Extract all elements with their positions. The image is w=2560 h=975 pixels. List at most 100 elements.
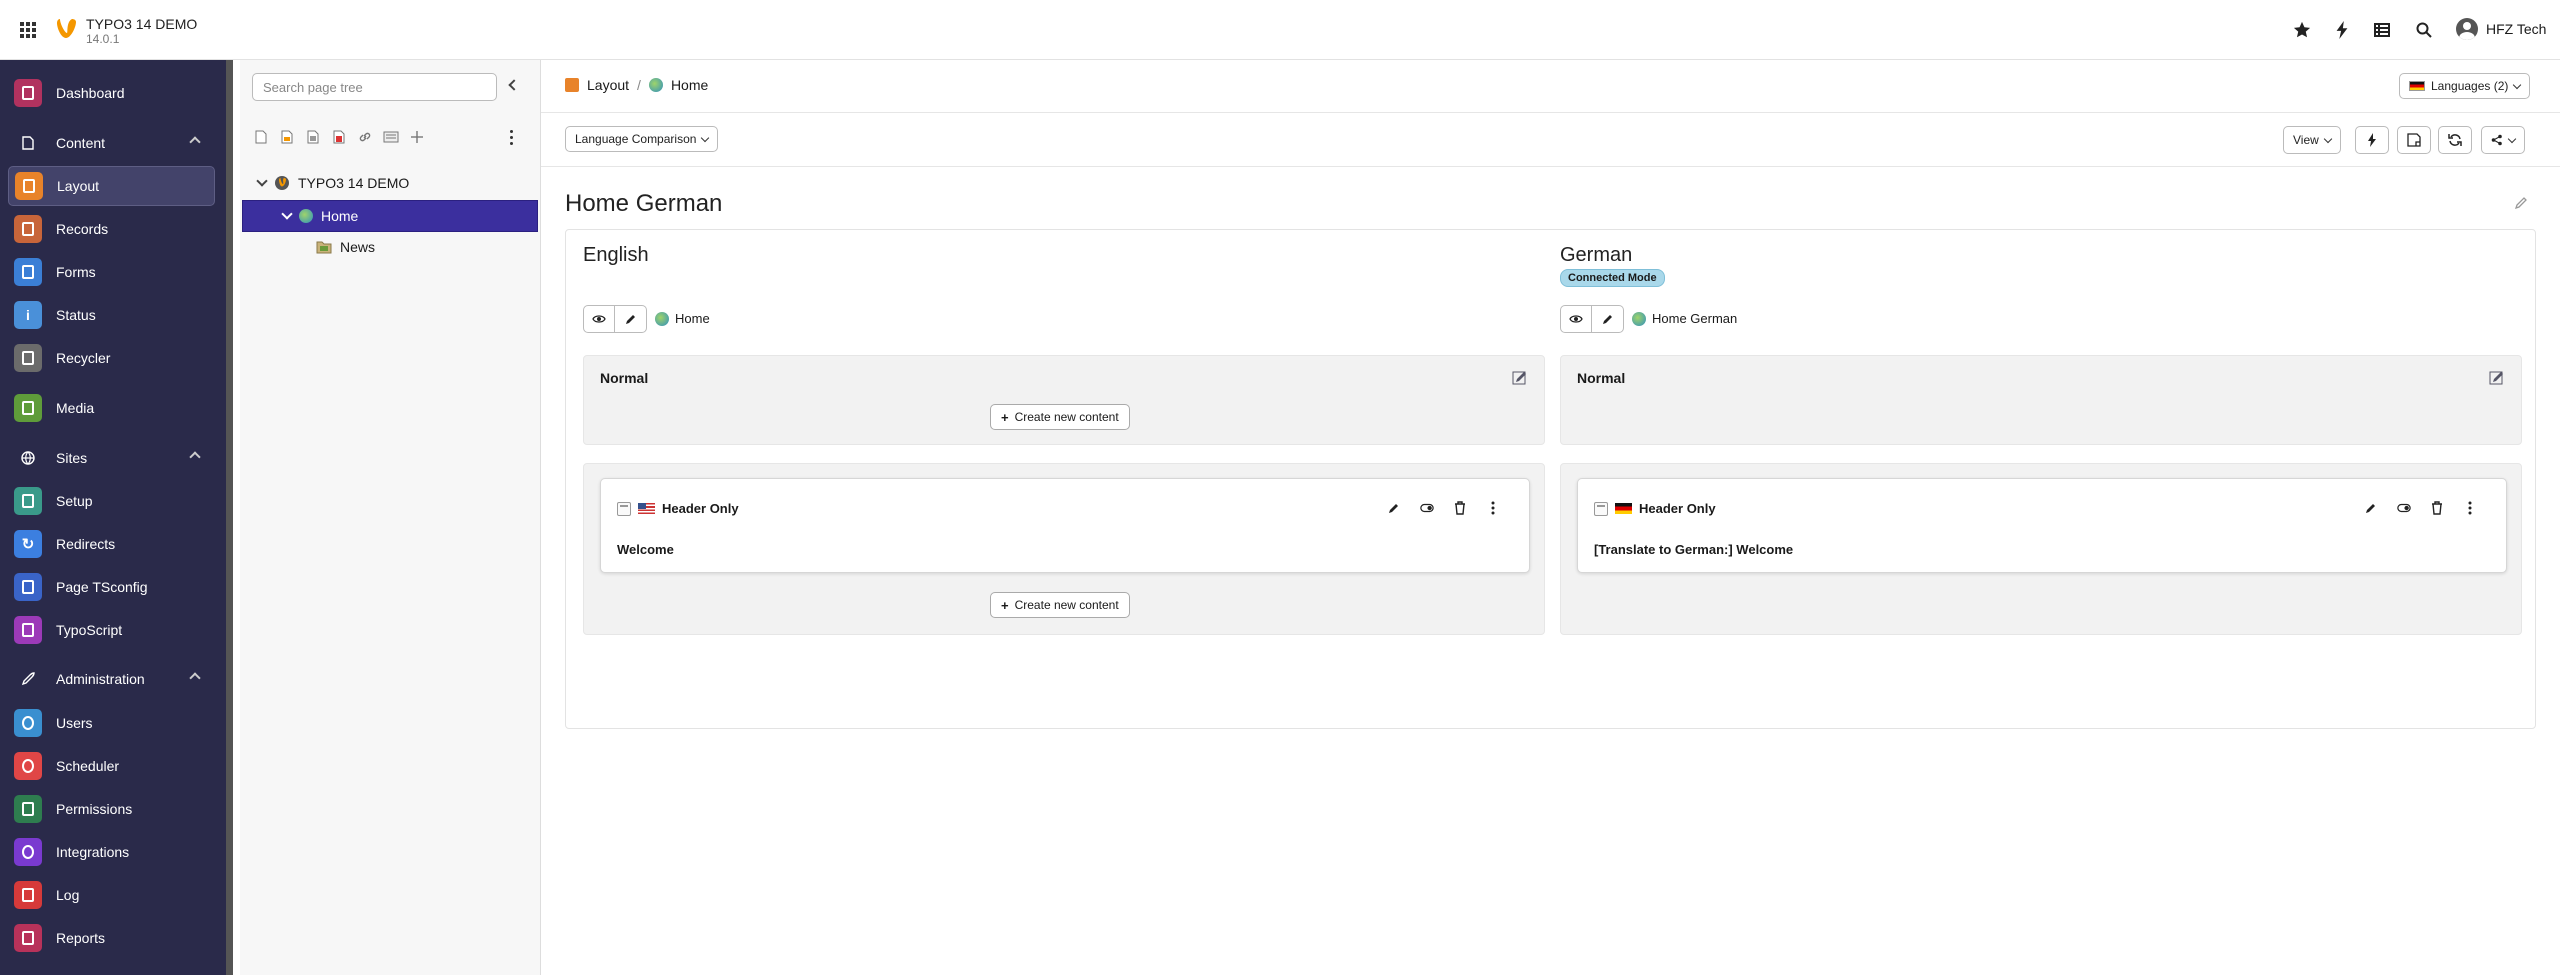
module-menu: Dashboard Content Layout Records Forms i…: [0, 60, 233, 975]
module-media[interactable]: Media: [8, 388, 215, 428]
column-edit-icon[interactable]: [1512, 370, 1528, 386]
module-permissions[interactable]: Permissions: [8, 789, 215, 829]
chevron-down-icon: [2323, 134, 2333, 143]
typo3-logo-icon[interactable]: [56, 17, 78, 43]
tree-node-news[interactable]: News: [316, 231, 375, 263]
content-type-label: Header Only: [1639, 501, 1716, 516]
module-group-administration[interactable]: Administration: [8, 663, 215, 695]
breadcrumb-page[interactable]: Home: [671, 77, 708, 93]
chevron-down-icon: [2507, 134, 2517, 143]
list-icon[interactable]: [2372, 20, 2392, 40]
more-icon[interactable]: [1486, 501, 1500, 515]
german-page-link[interactable]: Home German: [1632, 311, 1737, 326]
flash-icon[interactable]: [2332, 20, 2352, 40]
chevron-up-icon: [189, 136, 201, 148]
view-button[interactable]: View: [2283, 126, 2341, 154]
reload-button[interactable]: [2438, 126, 2472, 154]
module-scheduler[interactable]: Scheduler: [8, 746, 215, 786]
languages-label: Languages (2): [2431, 79, 2509, 93]
module-status[interactable]: i Status: [8, 295, 215, 335]
module-page-tsconfig[interactable]: Page TSconfig: [8, 567, 215, 607]
module-setup[interactable]: Setup: [8, 481, 215, 521]
more-icon[interactable]: [2463, 501, 2477, 515]
module-recycler[interactable]: Recycler: [8, 338, 215, 378]
doc-header: Layout / Home Languages (2): [541, 60, 2560, 113]
create-new-content-button[interactable]: + Create new content: [990, 404, 1130, 430]
eye-icon: [592, 315, 606, 323]
bookmark-star-icon[interactable]: [2292, 20, 2312, 40]
content-element-body: [Translate to German:] Welcome: [1594, 542, 1794, 557]
module-redirects[interactable]: ↻ Redirects: [8, 524, 215, 564]
typo3-root-icon: [275, 176, 289, 190]
new-page-orange-icon[interactable]: [278, 128, 296, 146]
new-folder-page-icon[interactable]: [304, 128, 322, 146]
link-icon[interactable]: [356, 128, 374, 146]
chevron-down-icon[interactable]: [281, 208, 293, 220]
apps-grid-icon[interactable]: [20, 22, 36, 38]
collapse-tree-icon[interactable]: [508, 79, 520, 91]
spacer-icon[interactable]: [408, 128, 426, 146]
refresh-icon: [2448, 134, 2462, 146]
languages-button[interactable]: Languages (2): [2399, 73, 2531, 99]
view-mode-select[interactable]: Language Comparison: [565, 126, 719, 152]
pencil-icon[interactable]: [2364, 501, 2378, 515]
module-group-sites[interactable]: Sites: [8, 442, 215, 474]
plus-icon: +: [1001, 409, 1009, 425]
module-group-label: Content: [56, 135, 106, 151]
page-link-label: Home German: [1652, 311, 1738, 326]
scheduler-icon: [14, 752, 42, 780]
tree-toolbar: [252, 128, 426, 146]
toggle-visibility-icon[interactable]: [2397, 501, 2411, 515]
layout-module-icon: [565, 78, 579, 92]
module-forms[interactable]: Forms: [8, 252, 215, 292]
edit-page-button[interactable]: [615, 305, 647, 333]
flash-icon: [2368, 133, 2376, 147]
module-log[interactable]: Log: [8, 875, 215, 915]
share-button[interactable]: [2481, 126, 2525, 154]
module-records[interactable]: Records: [8, 209, 215, 249]
clear-cache-button[interactable]: [2355, 126, 2389, 154]
view-page-button[interactable]: [583, 305, 615, 333]
new-page-icon[interactable]: [252, 128, 270, 146]
mount-point-icon[interactable]: [382, 128, 400, 146]
column-edit-icon[interactable]: [2489, 370, 2505, 386]
module-label: Status: [56, 307, 96, 323]
content-element-card[interactable]: Header Only Welcome: [600, 478, 1530, 573]
module-dashboard[interactable]: Dashboard: [8, 73, 215, 113]
trash-icon[interactable]: [2430, 501, 2444, 515]
new-recycler-page-icon[interactable]: [330, 128, 348, 146]
search-icon[interactable]: [2414, 20, 2434, 40]
integrations-icon: [14, 838, 42, 866]
column-name: Normal: [1577, 370, 1626, 386]
breadcrumb-separator: /: [637, 77, 641, 93]
module-reports[interactable]: Reports: [8, 918, 215, 958]
tree-node-home[interactable]: Home: [242, 200, 538, 232]
chevron-down-icon: [701, 133, 710, 142]
user-menu[interactable]: HFZ Tech: [2456, 18, 2546, 40]
module-group-content[interactable]: Content: [8, 127, 215, 159]
module-typoscript[interactable]: TypoScript: [8, 610, 215, 650]
site-name[interactable]: TYPO3 14 DEMO: [86, 16, 197, 32]
breadcrumb-module[interactable]: Layout: [587, 77, 629, 93]
edit-page-button[interactable]: [1592, 305, 1624, 333]
globe-icon: [299, 209, 313, 223]
module-integrations[interactable]: Integrations: [8, 832, 215, 872]
create-label: Create new content: [1014, 598, 1119, 612]
tree-more-icon[interactable]: [510, 130, 514, 145]
module-layout[interactable]: Layout: [8, 166, 215, 206]
view-page-button[interactable]: [1560, 305, 1592, 333]
chevron-down-icon[interactable]: [256, 175, 268, 187]
tree-node-root[interactable]: TYPO3 14 DEMO: [256, 167, 409, 199]
page-tree-search-input[interactable]: [252, 73, 497, 101]
module-users[interactable]: Users: [8, 703, 215, 743]
page-properties-button[interactable]: [2397, 126, 2431, 154]
toggle-visibility-icon[interactable]: [1420, 501, 1434, 515]
content-element-card[interactable]: Header Only [Translate to German:] Welco…: [1577, 478, 2507, 573]
trash-icon[interactable]: [1453, 501, 1467, 515]
connected-mode-badge: Connected Mode: [1560, 269, 1665, 287]
english-page-link[interactable]: Home: [655, 311, 710, 326]
pencil-icon: [625, 315, 635, 324]
edit-pencil-icon[interactable]: [2514, 195, 2528, 209]
create-new-content-button[interactable]: + Create new content: [990, 592, 1130, 618]
pencil-icon[interactable]: [1387, 501, 1401, 515]
